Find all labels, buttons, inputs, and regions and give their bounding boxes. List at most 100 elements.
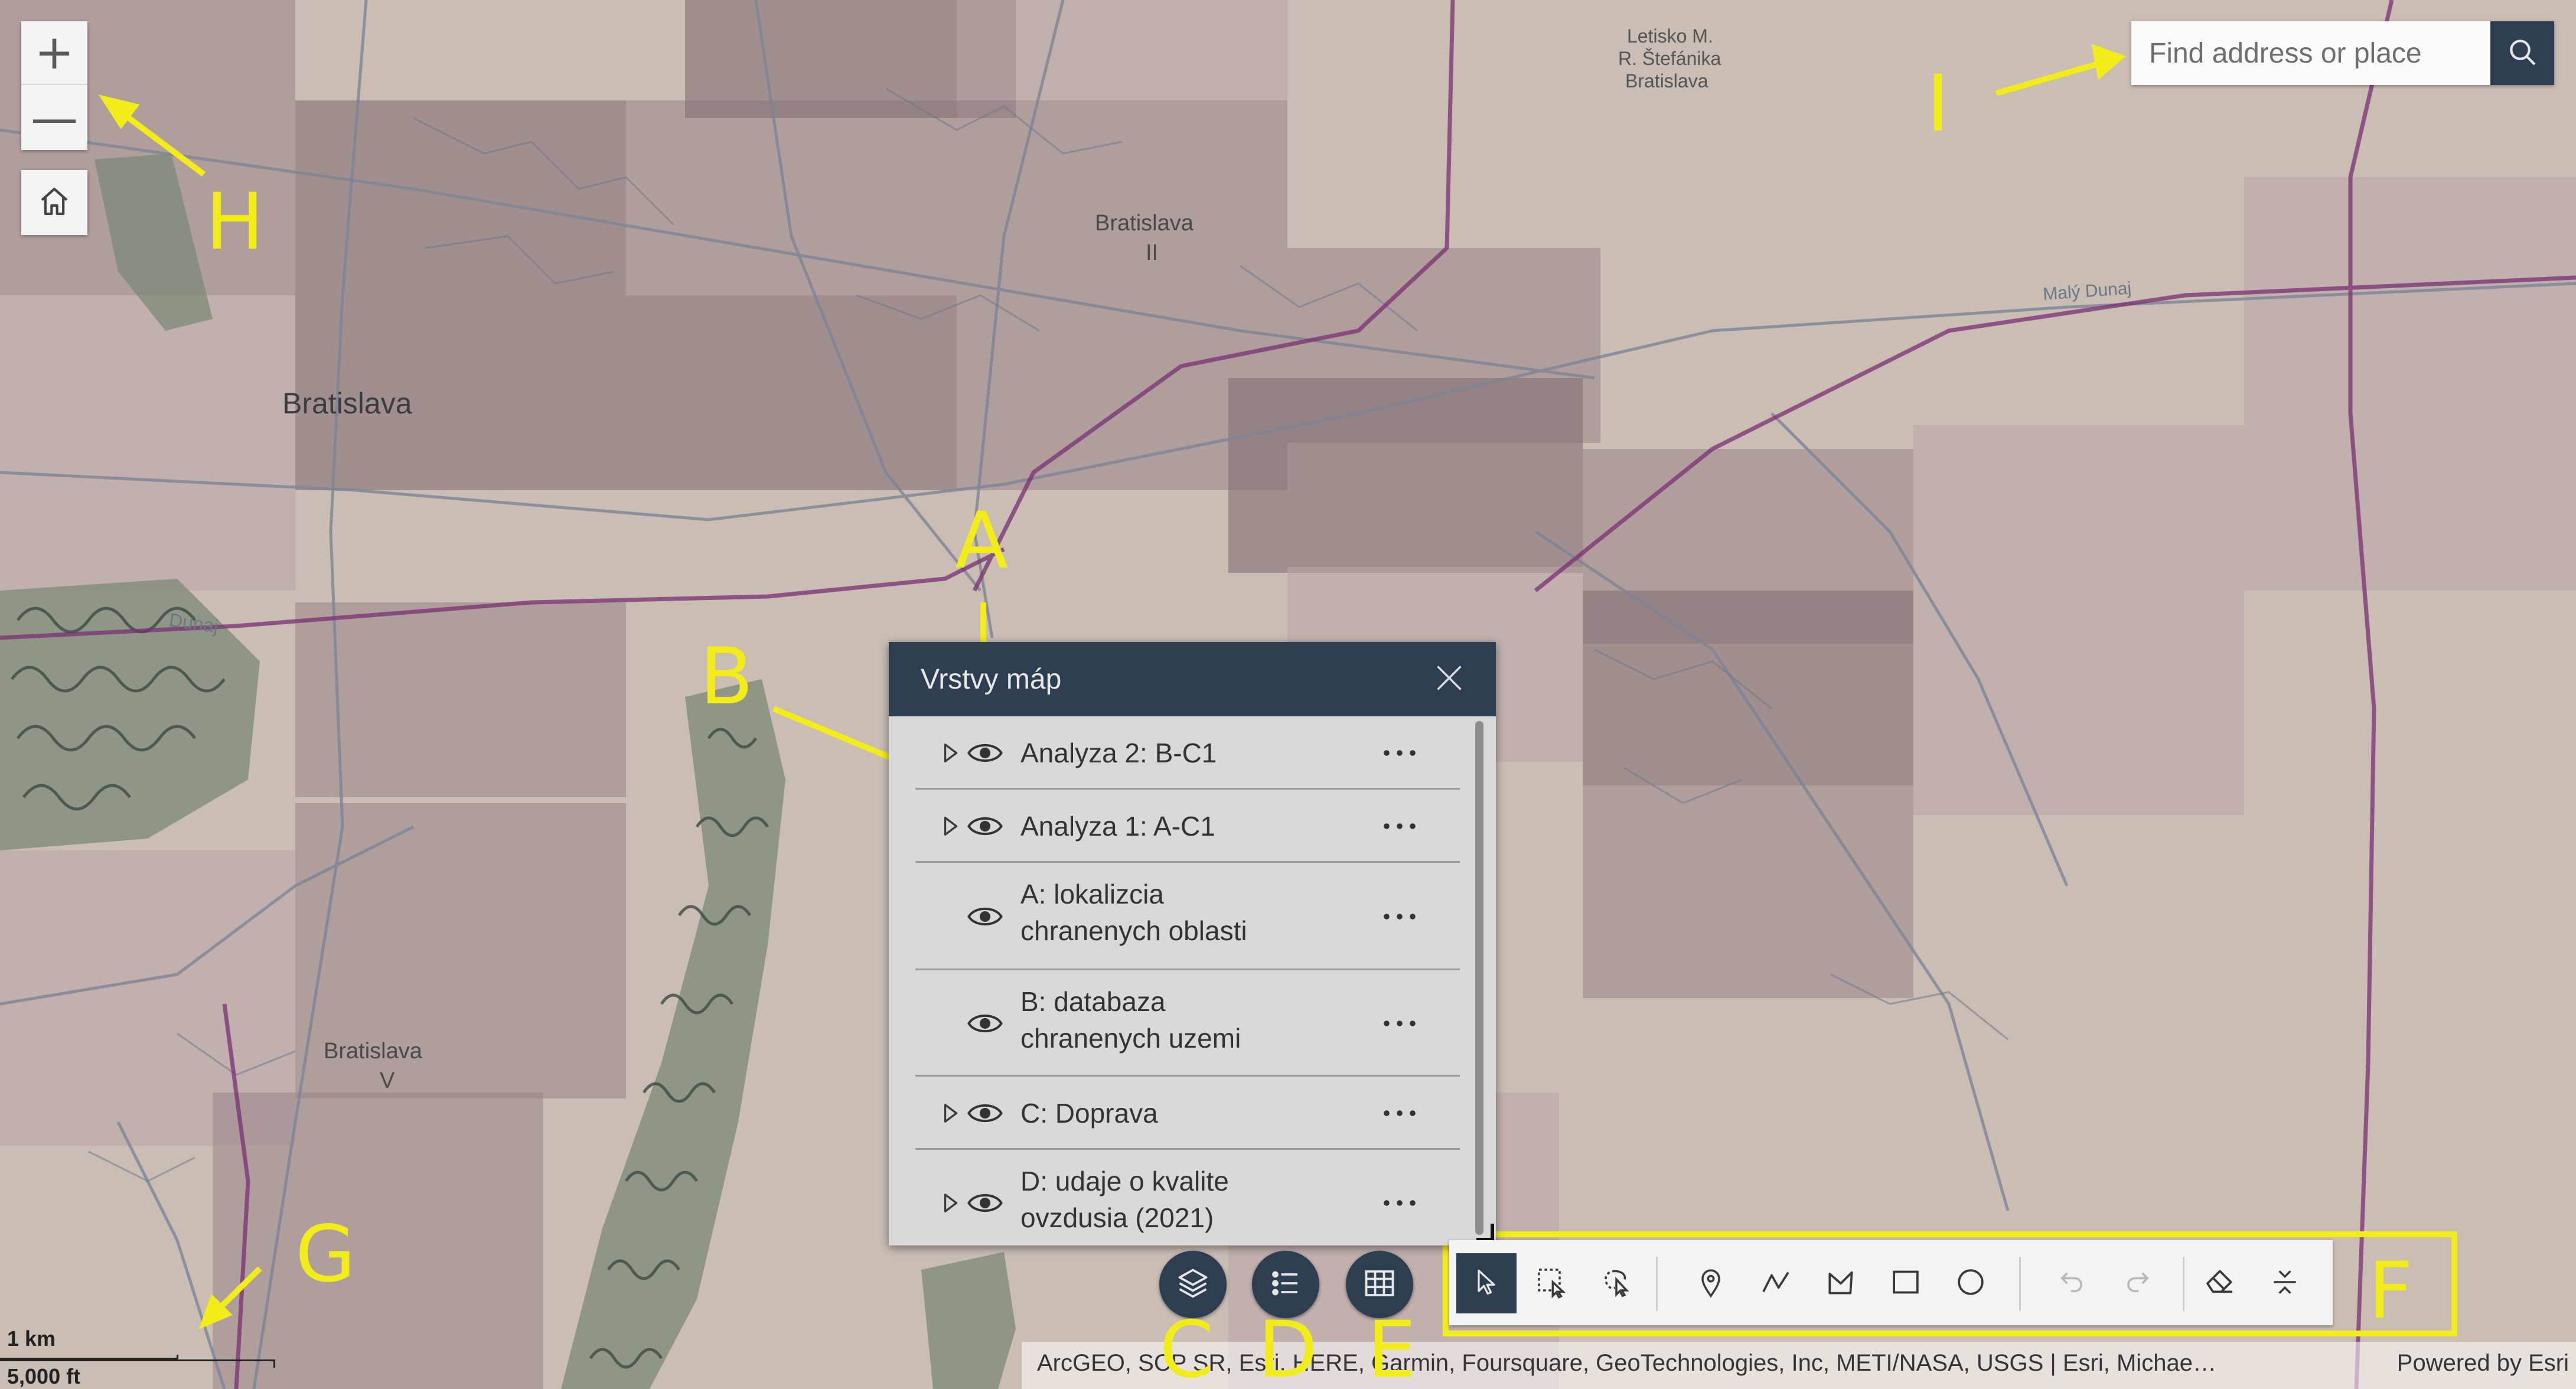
more-options-icon[interactable] [1376,1012,1423,1035]
visibility-eye-icon[interactable] [966,814,1004,838]
grid-cell [2244,177,2576,591]
eraser-icon [2203,1266,2236,1302]
panel-resize-handle[interactable] [1476,1224,1494,1241]
toolbar-divider [2019,1257,2021,1311]
more-options-icon[interactable] [1376,814,1423,838]
annotation-label-i: I [1926,58,1949,149]
more-options-icon[interactable] [1376,1101,1423,1125]
rectangle-button[interactable] [1876,1253,1936,1313]
zoom-out-button[interactable]: — [21,86,87,150]
grid-cell [0,295,295,591]
powered-by-esri[interactable]: Powered by Esri [2397,1350,2569,1377]
grid-cell [957,100,1287,295]
layer-name: B: databaza chranenych uzemi [1020,986,1241,1054]
layer-name: Analyza 1: A-C1 [1020,811,1215,842]
grid-cell [957,0,1287,100]
expand-caret-icon[interactable] [940,814,961,838]
visibility-eye-icon[interactable] [966,905,1004,928]
annotation-label-a: A [955,495,1009,586]
zoom-control: + — [21,21,87,150]
layers-icon [1175,1266,1211,1304]
visibility-eye-icon[interactable] [966,1101,1004,1125]
label-bratislava: Bratislava [282,387,412,420]
visibility-eye-icon[interactable] [966,741,1004,765]
rectangle-select-icon [1535,1266,1568,1302]
panel-title: Vrstvy máp [921,664,1062,695]
layer-row[interactable]: Analyza 2: B-C1 [915,716,1460,790]
legend-icon [1268,1266,1303,1304]
annotation-label-c: C [1159,1305,1214,1389]
annotation-label-h: H [206,177,265,268]
scale-km-line [0,1355,178,1359]
attribution-bar: ArcGEO, SCP SR, Esri, HERE, Garmin, Four… [1022,1342,2576,1389]
layer-row[interactable]: D: udaje o kvalite ovzdusia (2021) [915,1150,1460,1245]
grid-cell [1583,591,1913,785]
circle-button[interactable] [1941,1253,2001,1313]
label-bratislava-v: Bratislava [324,1039,423,1064]
lasso-select-button[interactable] [1586,1253,1646,1313]
annotation-label-g: G [295,1209,356,1300]
polygon-button[interactable] [1811,1253,1871,1313]
layer-name: A: lokalizcia chranenych oblasti [1020,879,1247,946]
layer-row[interactable]: A: lokalizcia chranenych oblasti [915,863,1460,970]
point-button[interactable] [1681,1253,1741,1313]
attribution-text[interactable]: ArcGEO, SCP SR, Esri, HERE, Garmin, Four… [1037,1350,2218,1377]
scale-km-label: 1 km [7,1326,56,1351]
circle-icon [1954,1266,1987,1302]
search-input[interactable] [2131,21,2490,85]
scrollbar[interactable] [1475,721,1483,1235]
sketch-toolbar [1449,1240,2333,1325]
label-airport-2: R. Štefánika [1618,48,1721,69]
point-icon [1694,1266,1727,1302]
close-button[interactable] [1423,653,1476,706]
visibility-eye-icon[interactable] [966,1012,1004,1035]
search-button[interactable] [2490,21,2554,85]
panel-header: Vrstvy máp [889,642,1496,716]
polygon-icon [1824,1266,1857,1302]
expand-caret-icon[interactable] [940,1191,961,1215]
expand-caret-icon[interactable] [940,741,961,765]
label-airport-3: Bratislava [1625,70,1708,92]
zoom-in-button[interactable]: + [21,21,87,85]
layer-row[interactable]: C: Doprava [915,1077,1460,1150]
undo-button[interactable] [2042,1253,2102,1313]
layer-name: C: Doprava [1020,1098,1158,1129]
annotation-label-f: F [2368,1245,2413,1336]
expand-caret-icon[interactable] [940,1101,961,1125]
scrollbar-thumb[interactable] [1475,721,1483,1235]
redo-button[interactable] [2107,1253,2167,1313]
lasso-select-icon [1600,1266,1633,1302]
visibility-eye-icon[interactable] [966,1191,1004,1215]
label-bratislava-ii-number: II [1146,240,1158,265]
scale-bar: 1 km 5,000 ft [0,1318,283,1389]
table-icon [1362,1266,1397,1304]
home-button[interactable] [21,170,87,235]
grid-cell [1583,785,1913,998]
layer-list-panel: Vrstvy máp Analyza 2: B-C1 Analyza 1: A-C… [889,642,1496,1245]
polyline-icon [1759,1266,1792,1302]
toolbar-divider [2183,1257,2184,1311]
eraser-button[interactable] [2190,1253,2250,1313]
redo-icon [2122,1267,2153,1300]
more-options-icon[interactable] [1376,1191,1423,1215]
layer-name: Analyza 2: B-C1 [1020,738,1217,768]
layer-row[interactable]: Analyza 1: A-C1 [915,790,1460,863]
layer-row[interactable]: B: databaza chranenych uzemi [915,970,1460,1077]
select-pointer-button[interactable] [1456,1253,1517,1313]
rectangle-select-button[interactable] [1521,1253,1582,1313]
label-airport-1: Letisko M. [1627,25,1713,47]
select-pointer-icon [1471,1267,1502,1300]
more-options-icon[interactable] [1376,741,1423,765]
annotation-label-e: E [1367,1305,1417,1389]
collapse-icon [2268,1266,2301,1302]
grid-cell [295,602,626,797]
rectangle-icon [1889,1266,1922,1302]
layer-name: D: udaje o kvalite ovzdusia (2021) [1020,1166,1229,1233]
annotation-label-b: B [700,631,754,722]
grid-cell [1913,620,2244,815]
scale-ft-label: 5,000 ft [7,1364,81,1388]
collapse-button[interactable] [2255,1253,2315,1313]
more-options-icon[interactable] [1376,905,1423,928]
polyline-button[interactable] [1746,1253,1806,1313]
search-icon [2506,35,2539,71]
